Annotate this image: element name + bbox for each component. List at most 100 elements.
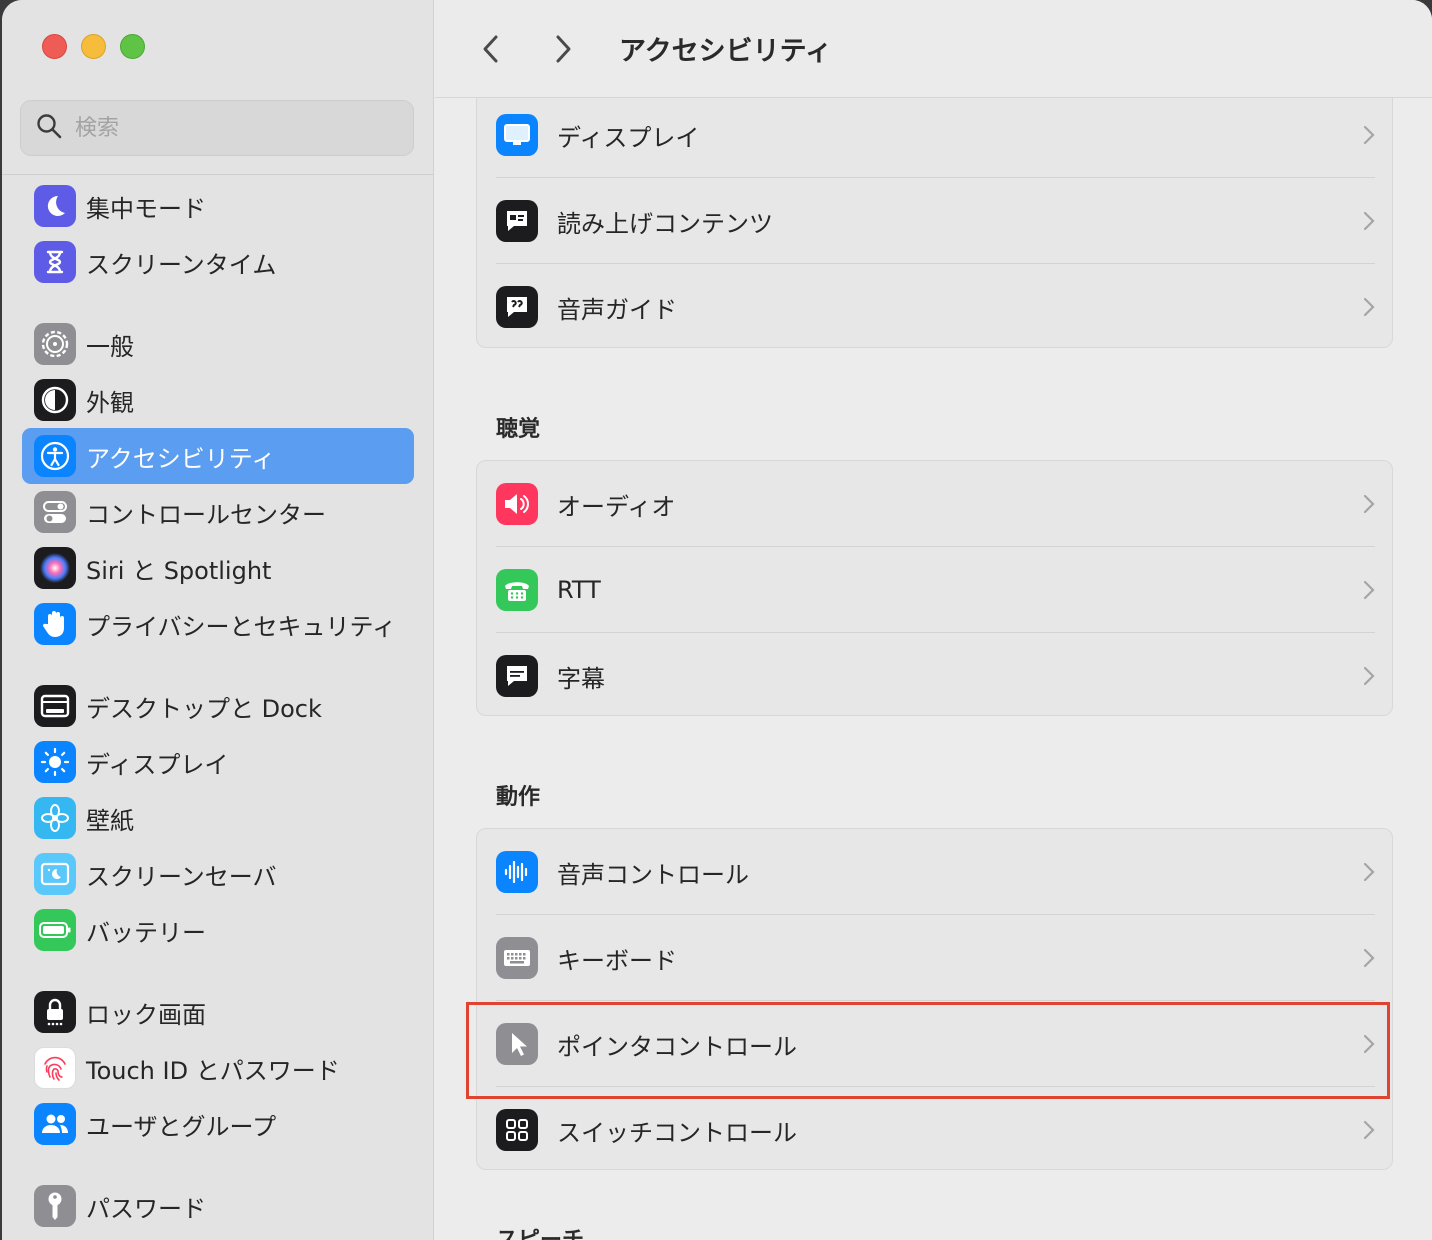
sidebar-divider (2, 174, 434, 175)
chevron-right-icon (1363, 1120, 1375, 1140)
sidebar-item-siri[interactable]: Siri と Spotlight (22, 540, 414, 596)
accessibility-icon (34, 435, 76, 477)
zoom-button[interactable] (120, 34, 145, 59)
row-pointer-control[interactable]: ポインタコントロール (477, 1001, 1394, 1087)
sidebar-item-touch-id[interactable]: Touch ID とパスワード (22, 1040, 414, 1096)
row-spoken-content[interactable]: 読み上げコンテンツ (477, 178, 1394, 264)
row-label: 音声コントロール (557, 860, 749, 889)
voiceover-icon (496, 286, 538, 328)
section-title-hearing: 聴覚 (496, 417, 541, 442)
chevron-right-icon (1363, 494, 1375, 514)
sidebar-item-label: ユーザとグループ (86, 1112, 277, 1141)
sidebar-item-label: コントロールセンター (86, 500, 326, 529)
sidebar-item-screen-time[interactable]: スクリーンタイム (22, 234, 414, 290)
sidebar-item-label: 集中モード (86, 194, 206, 223)
sidebar-item-lock-screen[interactable]: ロック画面 (22, 984, 414, 1040)
row-label: オーディオ (557, 492, 676, 521)
chevron-right-icon (1363, 1034, 1375, 1054)
row-label: 字幕 (557, 664, 605, 693)
sidebar-item-wallpaper[interactable]: 壁紙 (22, 790, 414, 846)
sidebar-item-passwords[interactable]: パスワード (22, 1178, 414, 1234)
gear-icon (34, 323, 76, 365)
sidebar-item-label: パスワード (86, 1194, 206, 1223)
chevron-right-icon (1363, 862, 1375, 882)
lock-icon (34, 991, 76, 1033)
sidebar-item-accessibility[interactable]: アクセシビリティ (22, 428, 414, 484)
sidebar-item-label: 外観 (86, 388, 134, 417)
row-label: キーボード (557, 946, 677, 975)
row-label: RTT (557, 576, 601, 604)
sidebar-item-label: プライバシーとセキュリティ (86, 612, 397, 641)
sidebar-item-label: ロック画面 (86, 1000, 206, 1029)
sidebar-item-battery[interactable]: バッテリー (22, 902, 414, 958)
battery-icon (34, 909, 76, 951)
sidebar-item-control-center[interactable]: コントロールセンター (22, 484, 414, 540)
sidebar-item-privacy[interactable]: プライバシーとセキュリティ (22, 596, 414, 652)
row-label: 読み上げコンテンツ (557, 209, 773, 238)
key-icon (34, 1185, 76, 1227)
speech-bubble-icon (496, 200, 538, 242)
back-button[interactable] (471, 29, 511, 69)
page-title: アクセシビリティ (619, 36, 833, 67)
search-field[interactable] (20, 100, 414, 156)
screensaver-icon (34, 853, 76, 895)
row-label: スイッチコントロール (557, 1118, 797, 1147)
captions-icon (496, 655, 538, 697)
search-input[interactable] (75, 115, 375, 141)
fingerprint-icon (34, 1047, 76, 1089)
toggles-icon (34, 491, 76, 533)
sidebar-item-appearance[interactable]: 外観 (22, 372, 414, 428)
sidebar-item-label: バッテリー (86, 918, 206, 947)
chevron-right-icon (556, 35, 571, 62)
settings-window: 集中モード スクリーンタイム 一般 外観 アクセシビリティ (2, 0, 1432, 1240)
row-label: 音声ガイド (557, 295, 677, 324)
sidebar-item-label: アクセシビリティ (86, 444, 276, 473)
row-rtt[interactable]: RTT (477, 547, 1394, 633)
pointer-icon (496, 1023, 538, 1065)
row-voice-control[interactable]: 音声コントロール (477, 829, 1394, 915)
row-label: ディスプレイ (557, 123, 700, 152)
sidebar-item-general[interactable]: 一般 (22, 316, 414, 372)
hand-icon (34, 603, 76, 645)
users-icon (34, 1103, 76, 1145)
sidebar-item-desktop-dock[interactable]: デスクトップと Dock (22, 678, 414, 734)
sidebar-item-displays[interactable]: ディスプレイ (22, 734, 414, 790)
section-title-motor: 動作 (496, 785, 541, 810)
row-keyboard[interactable]: キーボード (477, 915, 1394, 1001)
sidebar: 集中モード スクリーンタイム 一般 外観 アクセシビリティ (2, 0, 434, 1240)
row-display[interactable]: ディスプレイ (477, 92, 1394, 178)
tty-icon (496, 569, 538, 611)
moon-icon (34, 185, 76, 227)
vision-group: ディスプレイ 読み上げコンテンツ 音声ガイド (476, 86, 1393, 348)
row-audio[interactable]: オーディオ (477, 461, 1394, 547)
forward-button[interactable] (543, 29, 583, 69)
hourglass-icon (34, 241, 76, 283)
chevron-left-icon (483, 35, 498, 62)
row-switch-control[interactable]: スイッチコントロール (477, 1087, 1394, 1173)
sidebar-item-label: ディスプレイ (86, 750, 229, 779)
chevron-right-icon (1363, 666, 1375, 686)
minimize-button[interactable] (81, 34, 106, 59)
sidebar-item-label: Touch ID とパスワード (86, 1056, 340, 1085)
sidebar-item-focus[interactable]: 集中モード (22, 178, 414, 234)
dock-icon (34, 685, 76, 727)
sidebar-item-screensaver[interactable]: スクリーンセーバ (22, 846, 414, 902)
sidebar-item-label: 一般 (86, 332, 134, 361)
hearing-group: オーディオ RTT 字幕 (476, 460, 1393, 716)
sidebar-item-users-groups[interactable]: ユーザとグループ (22, 1096, 414, 1152)
speaker-icon (496, 483, 538, 525)
row-label: ポインタコントロール (557, 1032, 797, 1061)
section-title-speech: スピーチ (496, 1222, 584, 1240)
row-captions[interactable]: 字幕 (477, 633, 1394, 719)
chevron-right-icon (1363, 580, 1375, 600)
row-voiceover[interactable]: 音声ガイド (477, 264, 1394, 350)
motor-group: 音声コントロール キーボード ポインタコントロール スイッチコントロール (476, 828, 1393, 1170)
appearance-icon (34, 379, 76, 421)
close-button[interactable] (42, 34, 67, 59)
window-controls (42, 34, 145, 59)
switch-grid-icon (496, 1109, 538, 1151)
waveform-icon (496, 851, 538, 893)
keyboard-icon (496, 937, 538, 979)
sidebar-item-label: デスクトップと Dock (86, 694, 322, 723)
main-pane: アクセシビリティ ディスプレイ 読み上げコンテンツ 音声ガイド 聴覚 オーディオ… (435, 0, 1432, 1240)
